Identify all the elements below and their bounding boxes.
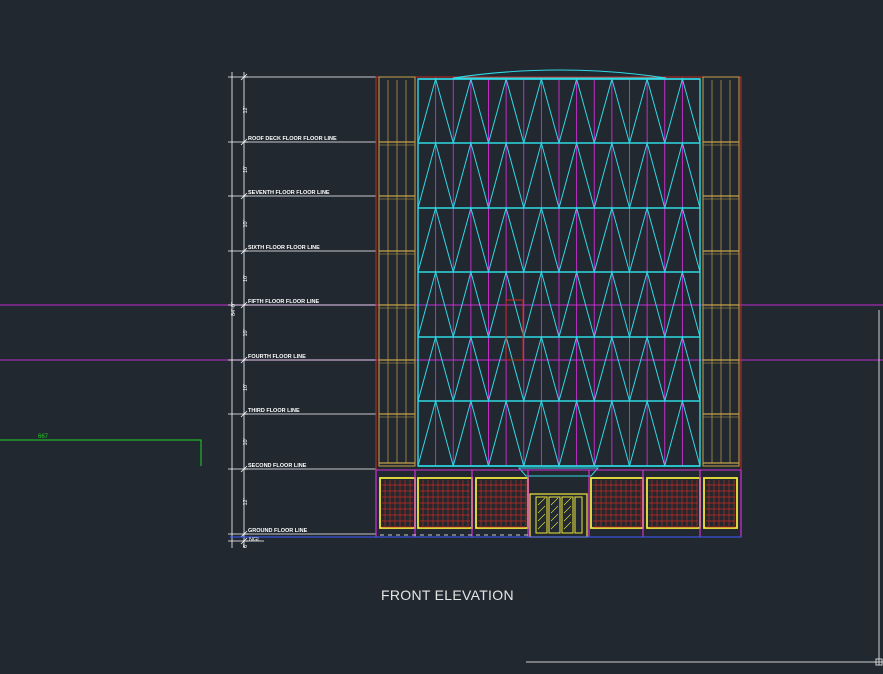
left-column-band <box>378 76 416 467</box>
left-marker-label: 667 <box>38 434 49 440</box>
floor-dim-label: 10' <box>243 329 249 336</box>
dimension-chain: 84'-0" 12' 10' 10' 10' 10' 10' 10' 12' 6' <box>228 72 249 548</box>
floor-label: ROOF DECK FLOOR FLOOR LINE <box>248 136 337 142</box>
entrance-doors <box>529 493 588 538</box>
entrance-door <box>574 496 583 534</box>
floor-label: SECOND FLOOR LINE <box>248 463 307 469</box>
floor-dim-label: 10' <box>243 384 249 391</box>
right-column-band <box>702 76 740 467</box>
entrance-door <box>548 496 561 534</box>
entrance-door <box>561 496 574 534</box>
ngl-label: NGL <box>249 537 260 543</box>
floor-label: THIRD FLOOR LINE <box>248 408 300 414</box>
floor-label: GROUND FLOOR LINE <box>248 528 308 534</box>
bottom-dim-label: 6' <box>243 544 249 548</box>
floor-dim-label: 12' <box>243 498 249 505</box>
cad-drawing-canvas: 667 84'-0" 12' 10' 10' 10' 10' 10' 10' 12' 6' ROO… <box>0 69 883 666</box>
entrance-canopy <box>517 467 600 477</box>
total-height-label: 84'-0" <box>231 302 237 316</box>
floor-label: FOURTH FLOOR LINE <box>248 354 306 360</box>
floor-dim-label: 10' <box>243 275 249 282</box>
floor-dim-label: 10' <box>243 166 249 173</box>
floor-dim-label: 12' <box>243 106 249 113</box>
floor-dim-label: 10' <box>243 220 249 227</box>
drawing-title: FRONT ELEVATION <box>381 587 514 603</box>
left-marker: 667 <box>0 434 202 466</box>
floor-label: FIFTH FLOOR FLOOR LINE <box>248 299 320 305</box>
floor-label: SEVENTH FLOOR FLOOR LINE <box>248 190 330 196</box>
entrance-door <box>535 496 548 534</box>
floor-label: SIXTH FLOOR FLOOR LINE <box>248 245 320 251</box>
curtain-wall-grid <box>417 77 701 467</box>
ground-floor-storefront <box>375 469 742 537</box>
central-red-panel <box>505 299 524 361</box>
floor-dim-label: 10' <box>243 438 249 445</box>
guide-lines <box>0 304 883 361</box>
